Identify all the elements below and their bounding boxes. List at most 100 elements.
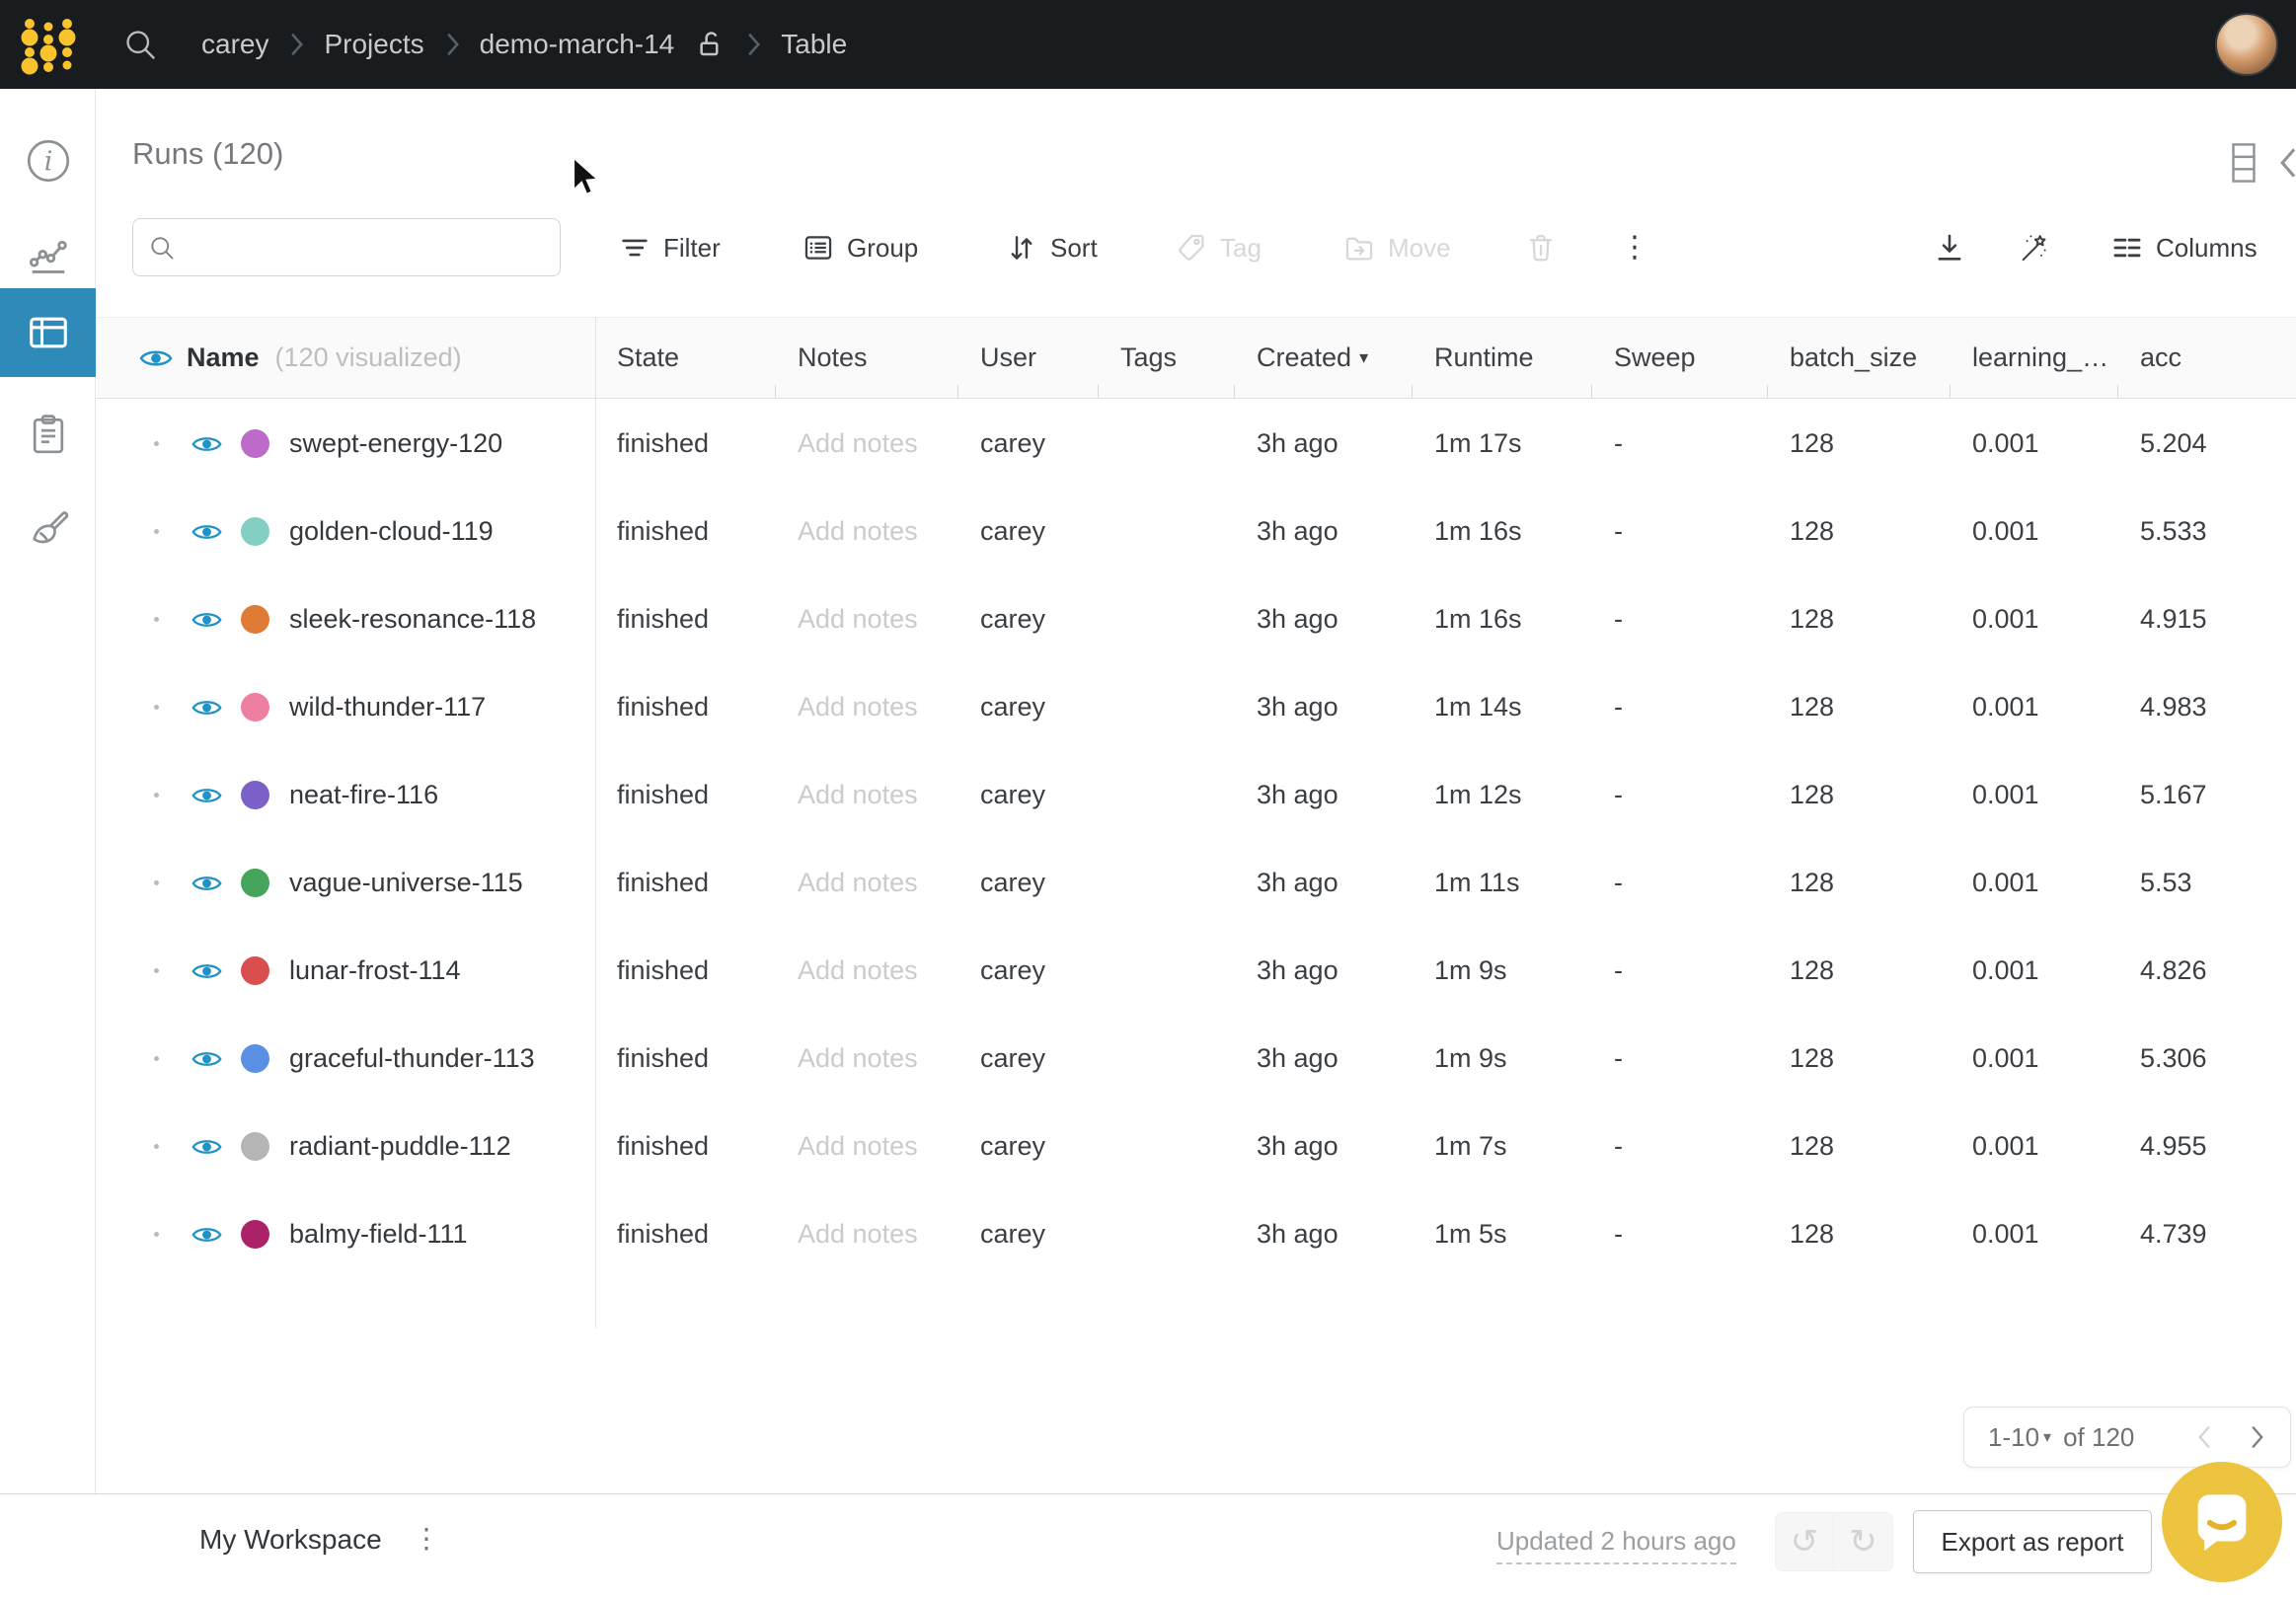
run-name-cell[interactable]: vague-universe-115 [97,839,595,927]
column-header-created[interactable]: Created ▾ [1235,318,1413,398]
eye-icon[interactable] [191,785,222,806]
run-name-cell[interactable]: neat-fire-116 [97,751,595,839]
run-notes[interactable]: Add notes [776,780,958,810]
table-row[interactable]: balmy-field-111 finished Add notes carey… [97,1190,2296,1278]
run-name-link[interactable]: golden-cloud-119 [289,516,494,547]
eye-icon[interactable] [191,873,222,894]
run-notes[interactable]: Add notes [776,1219,958,1250]
sidebar-item-table[interactable] [0,288,96,377]
run-name-cell[interactable]: lunar-frost-114 [97,927,595,1015]
run-name-link[interactable]: neat-fire-116 [289,780,438,810]
run-name-cell[interactable]: graceful-thunder-113 [97,1015,595,1103]
run-notes[interactable]: Add notes [776,1131,958,1162]
next-page-icon[interactable] [2247,1424,2266,1450]
run-name-cell[interactable]: golden-cloud-119 [97,488,595,575]
eye-icon[interactable] [191,697,222,719]
filter-button[interactable]: Filter [618,219,721,276]
table-row[interactable]: graceful-thunder-113 finished Add notes … [97,1015,2296,1103]
eye-icon[interactable] [191,1048,222,1070]
run-name-link[interactable]: wild-thunder-117 [289,692,486,723]
table-row[interactable]: sleek-resonance-118 finished Add notes c… [97,575,2296,663]
collapse-panel-icon[interactable] [2278,146,2296,180]
run-name-link[interactable]: balmy-field-111 [289,1219,468,1250]
table-row[interactable]: wild-thunder-117 finished Add notes care… [97,663,2296,751]
run-name-cell[interactable]: radiant-puddle-112 [97,1103,595,1190]
runs-search-box[interactable] [132,218,561,276]
workspace-menu-kebab-icon[interactable]: ⋮ [413,1522,440,1555]
run-notes[interactable]: Add notes [776,604,958,635]
column-header-notes[interactable]: Notes [776,318,958,398]
run-acc: 4.955 [2118,1131,2296,1162]
run-name-link[interactable]: lunar-frost-114 [289,955,461,986]
wandb-logo[interactable] [16,12,81,77]
export-as-report-button[interactable]: Export as report [1913,1510,2152,1573]
column-header-user[interactable]: User [958,318,1099,398]
run-name-link[interactable]: radiant-puddle-112 [289,1131,511,1162]
breadcrumb-page[interactable]: Table [781,29,847,60]
run-name-cell[interactable]: balmy-field-111 [97,1190,595,1278]
sidebar-item-overview[interactable]: i [0,116,96,205]
eye-icon[interactable] [191,960,222,982]
run-name-link[interactable]: graceful-thunder-113 [289,1043,535,1074]
eye-icon[interactable] [191,433,222,455]
table-row[interactable]: lunar-frost-114 finished Add notes carey… [97,927,2296,1015]
column-header-acc[interactable]: acc [2118,318,2296,398]
column-header-runtime[interactable]: Runtime [1413,318,1592,398]
stacked-rows-icon[interactable] [2231,142,2257,184]
user-avatar[interactable] [2215,13,2278,76]
more-actions-button[interactable]: ⋮ [1620,219,1649,276]
run-name-cell[interactable]: swept-energy-120 [97,400,595,488]
table-row[interactable]: golden-cloud-119 finished Add notes care… [97,488,2296,575]
run-name-link[interactable]: vague-universe-115 [289,868,523,898]
eye-icon[interactable] [139,346,173,370]
sort-button[interactable]: Sort [1005,219,1098,276]
column-header-batch-size[interactable]: batch_size [1768,318,1951,398]
move-button[interactable]: Move [1342,219,1451,276]
eye-icon[interactable] [191,1136,222,1158]
delete-button[interactable] [1524,219,1558,276]
run-acc: 5.306 [2118,1043,2296,1074]
column-header-state[interactable]: State [595,318,776,398]
run-created: 3h ago [1235,780,1413,810]
table-row[interactable]: vague-universe-115 finished Add notes ca… [97,839,2296,927]
breadcrumb-project[interactable]: demo-march-14 [480,29,675,60]
sidebar-item-sweeps[interactable] [0,484,96,572]
table-row[interactable]: swept-energy-120 finished Add notes care… [97,400,2296,488]
run-notes[interactable]: Add notes [776,692,958,723]
global-search-icon[interactable] [122,27,158,62]
redo-button[interactable]: ↻ [1834,1512,1893,1571]
tag-button[interactable]: Tag [1175,219,1262,276]
column-header-sweep[interactable]: Sweep [1592,318,1768,398]
eye-icon[interactable] [191,1224,222,1246]
unlock-icon[interactable] [696,29,726,60]
columns-button[interactable]: Columns [2110,219,2258,276]
run-notes[interactable]: Add notes [776,1043,958,1074]
run-name-link[interactable]: swept-energy-120 [289,428,502,459]
runs-search-input[interactable] [186,231,545,264]
table-row[interactable]: radiant-puddle-112 finished Add notes ca… [97,1103,2296,1190]
row-handle-dot [154,1232,159,1237]
run-notes[interactable]: Add notes [776,868,958,898]
group-button[interactable]: Group [802,219,918,276]
run-notes[interactable]: Add notes [776,516,958,547]
eye-icon[interactable] [191,609,222,631]
eye-icon[interactable] [191,521,222,543]
column-header-learning-rate[interactable]: learning_… [1951,318,2118,398]
magic-wand-button[interactable] [2018,219,2051,276]
run-notes[interactable]: Add notes [776,955,958,986]
breadcrumb-entity[interactable]: carey [201,29,268,60]
undo-button[interactable]: ↺ [1775,1512,1834,1571]
breadcrumb-section[interactable]: Projects [324,29,423,60]
run-name-cell[interactable]: wild-thunder-117 [97,663,595,751]
chat-help-button[interactable] [2162,1462,2282,1582]
prev-page-icon[interactable] [2195,1424,2215,1450]
run-name-link[interactable]: sleek-resonance-118 [289,604,536,635]
page-range-dropdown[interactable]: 1-10 [1988,1422,2039,1453]
export-csv-button[interactable] [1933,219,1966,276]
table-row[interactable]: neat-fire-116 finished Add notes carey 3… [97,751,2296,839]
sidebar-item-reports[interactable] [0,390,96,479]
run-notes[interactable]: Add notes [776,428,958,459]
run-name-cell[interactable]: sleek-resonance-118 [97,575,595,663]
column-header-tags[interactable]: Tags [1099,318,1235,398]
column-header-name[interactable]: Name (120 visualized) [97,318,595,398]
